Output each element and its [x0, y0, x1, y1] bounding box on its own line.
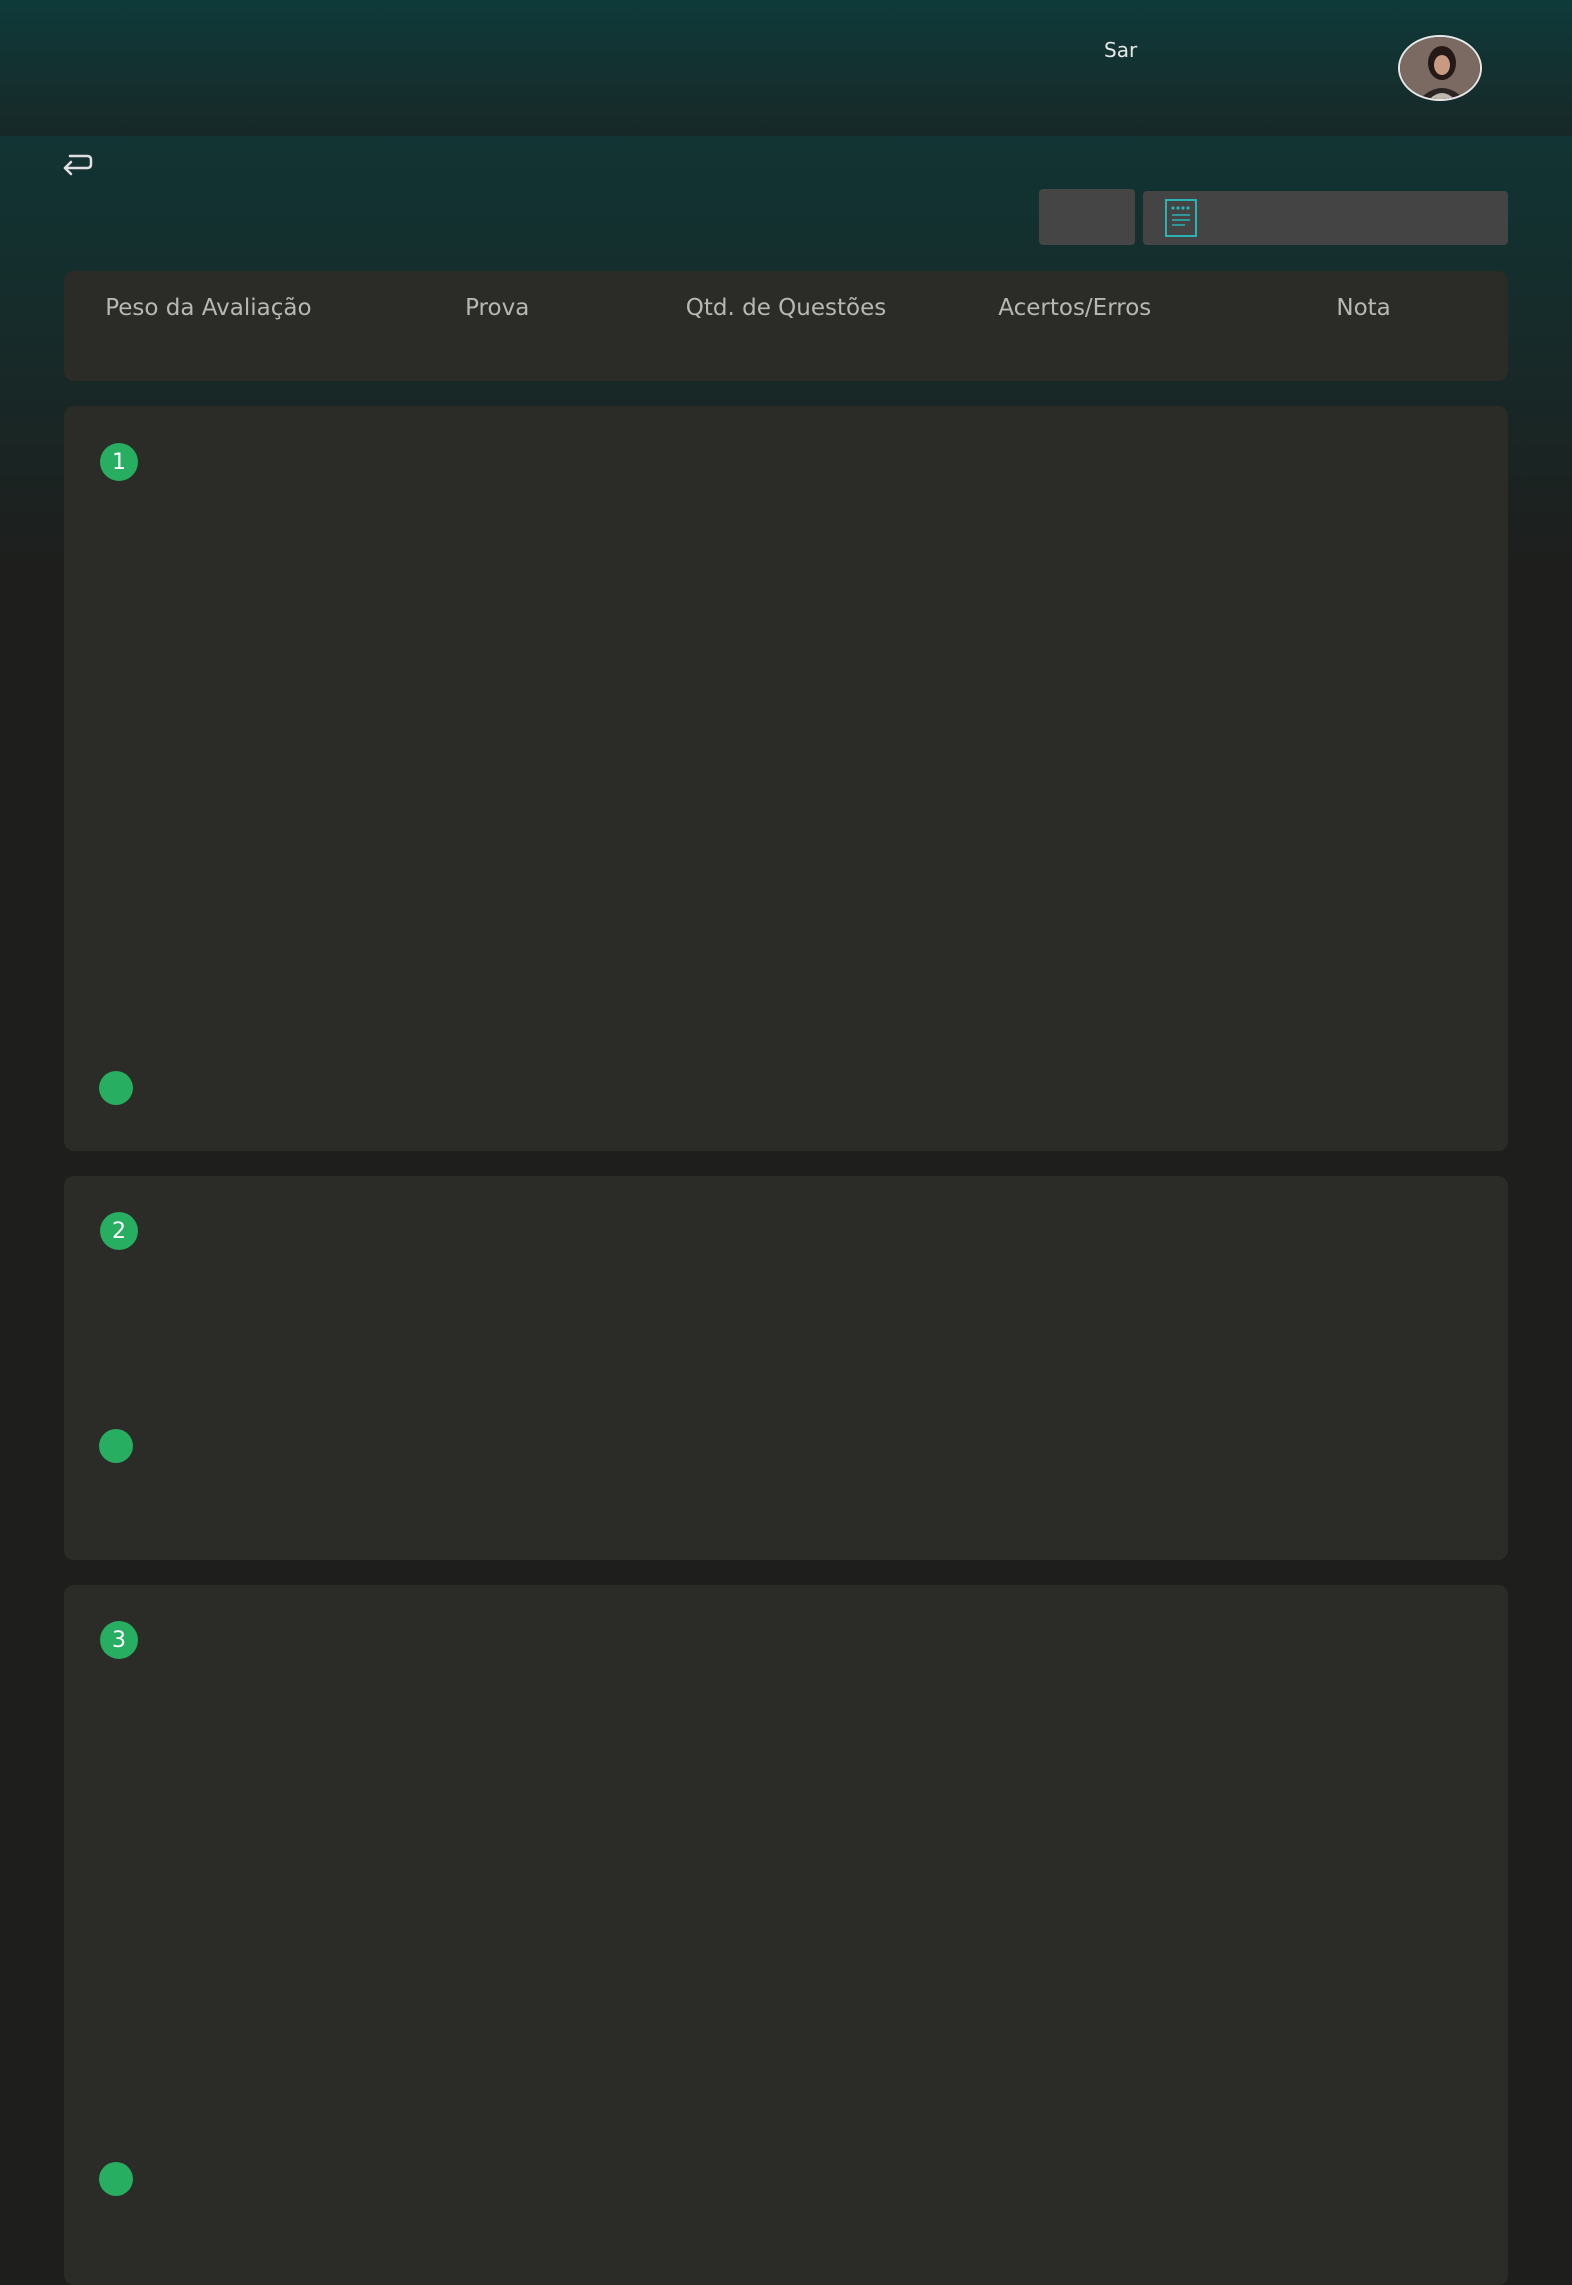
question-card: 3 — [64, 1585, 1508, 2285]
table-header: Peso da Avaliação Prova Qtd. de Questões… — [64, 271, 1508, 381]
document-icon — [1165, 199, 1197, 241]
column-header-grade: Nota — [1336, 295, 1391, 321]
back-button[interactable] — [60, 150, 94, 180]
column-header-question-count: Qtd. de Questões — [685, 295, 887, 321]
column-header-exam: Prova — [465, 295, 530, 321]
answer-indicator — [99, 2162, 133, 2196]
return-arrow-icon — [60, 154, 94, 184]
avatar[interactable] — [1398, 35, 1482, 101]
question-number-badge: 3 — [100, 1621, 138, 1659]
column-header-hits-misses: Acertos/Erros — [998, 295, 1152, 321]
question-card: 2 — [64, 1176, 1508, 1560]
document-select[interactable] — [1143, 191, 1508, 245]
action-button[interactable] — [1039, 189, 1135, 245]
question-card: 1 — [64, 406, 1508, 1151]
question-number-badge: 2 — [100, 1212, 138, 1250]
answer-indicator — [99, 1429, 133, 1463]
answer-indicator — [99, 1071, 133, 1105]
column-header-weight: Peso da Avaliação — [105, 295, 312, 321]
top-bar: Sar — [0, 0, 1572, 136]
user-name: Sar — [1104, 38, 1138, 62]
question-number-badge: 1 — [100, 443, 138, 481]
